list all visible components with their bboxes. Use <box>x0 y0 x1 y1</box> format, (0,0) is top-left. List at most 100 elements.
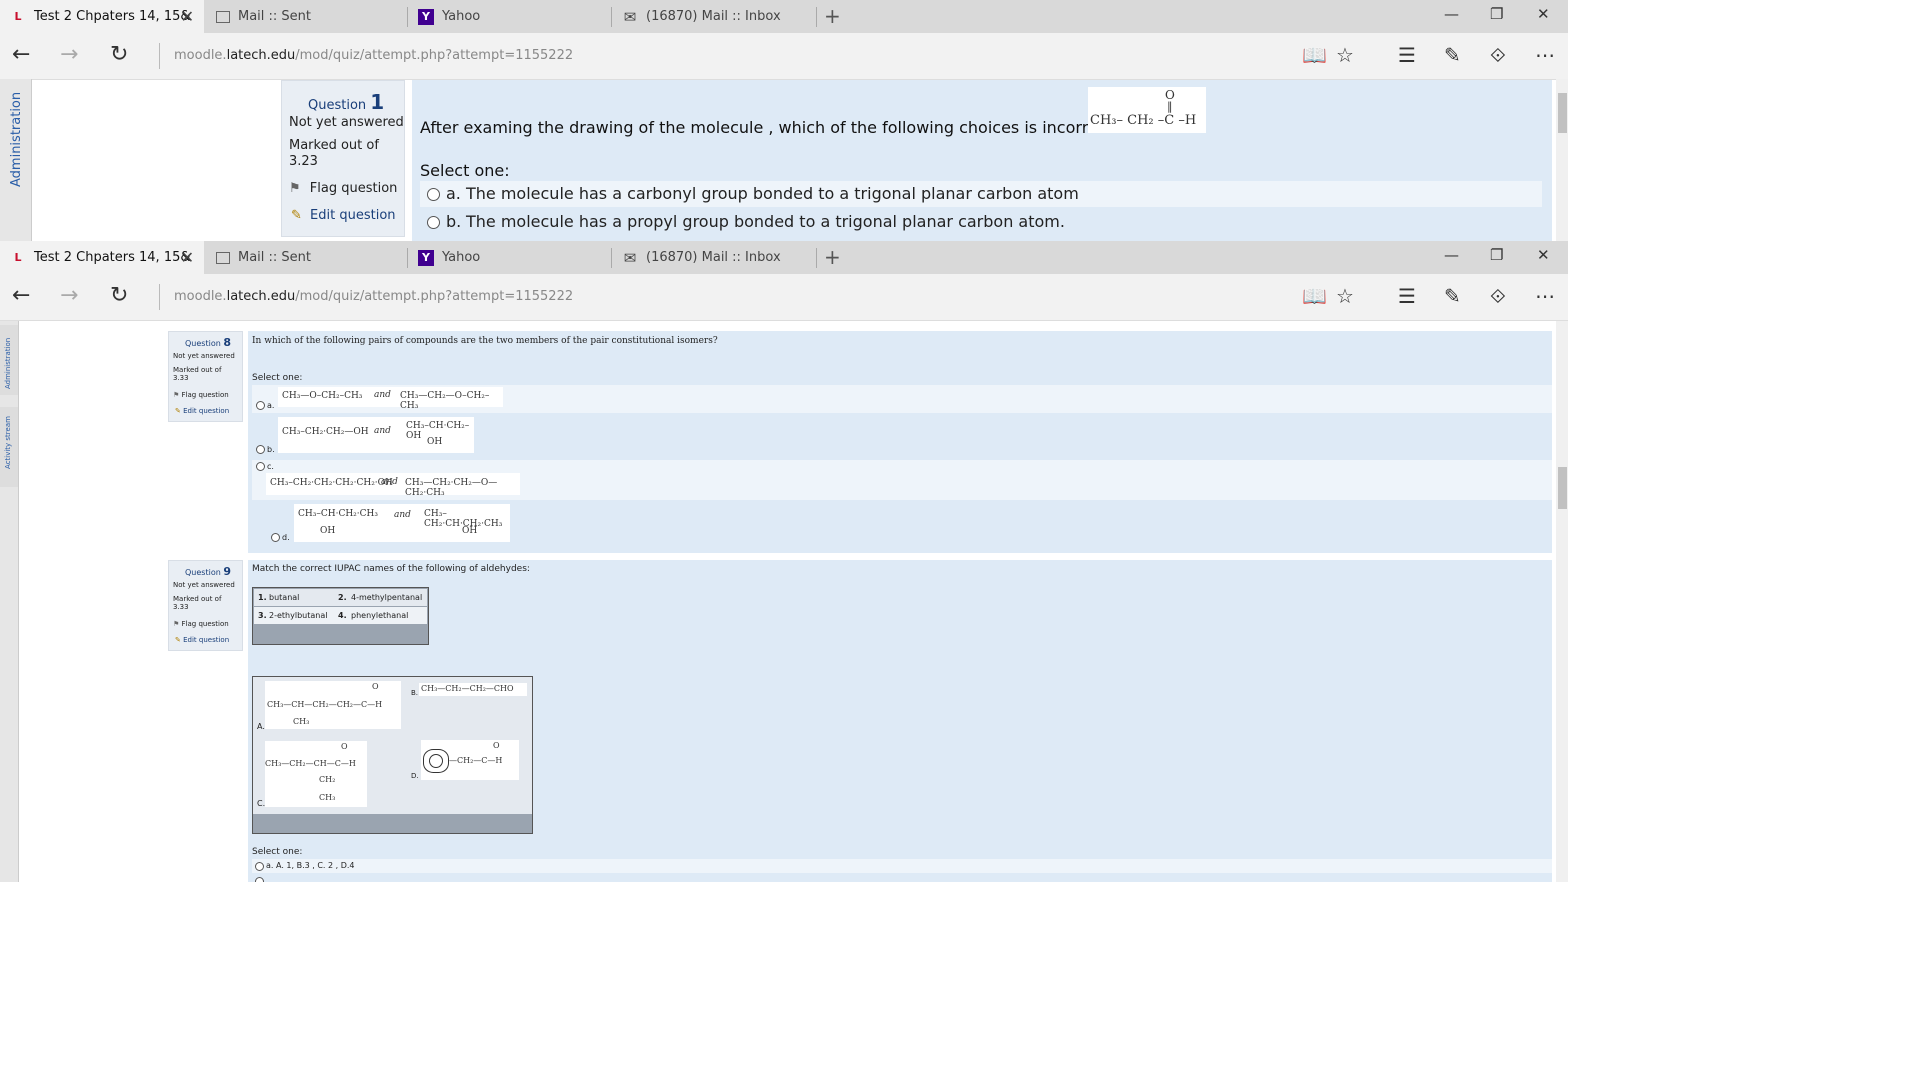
q8-option-a[interactable]: a. CH₃—O–CH₂–CH₃ and CH₃—CH₂—O–CH₂–CH₃ <box>252 385 1552 413</box>
close-window-icon[interactable]: ✕ <box>1537 246 1550 264</box>
radio-b[interactable] <box>256 445 265 454</box>
web-note-icon[interactable]: ✎ <box>1444 43 1461 67</box>
radio-b[interactable] <box>255 877 264 882</box>
tab-mail-inbox[interactable]: ✉ (16870) Mail :: Inbox <box>612 0 816 33</box>
tab-mail-sent[interactable]: Mail :: Sent <box>206 0 406 33</box>
hub-icon[interactable]: ☰ <box>1398 284 1416 308</box>
question-info: Question 1 Not yet answered Marked out o… <box>281 80 405 237</box>
favorite-star-icon[interactable]: ☆ <box>1336 284 1354 308</box>
q8-num: 8 <box>223 336 231 349</box>
minimize-icon[interactable]: — <box>1444 5 1459 23</box>
q9-select-one: Select one: <box>252 847 303 857</box>
tab-quiz[interactable]: L Test 2 Chpaters 14, 15& ✕ <box>0 0 204 33</box>
sidebar-tab-activity-stream[interactable]: Activity stream <box>0 407 18 487</box>
q8-a-structure: CH₃—O–CH₂–CH₃ and CH₃—CH₂—O–CH₂–CH₃ <box>278 387 503 411</box>
tab-title: (16870) Mail :: Inbox <box>646 9 781 24</box>
admin-sidebar: Administration <box>0 79 32 241</box>
q8-option-d[interactable]: d. CH₃–CH·CH₂·CH₃ OH and CH₃–CH₂·CH·CH₂·… <box>252 502 1552 544</box>
name-2: 4-methylpentanal <box>351 593 423 602</box>
refresh-icon[interactable]: ↻ <box>110 42 128 67</box>
scrollbar-thumb[interactable] <box>1558 467 1567 509</box>
web-note-icon[interactable]: ✎ <box>1444 284 1461 308</box>
forward-icon[interactable]: → <box>60 283 78 308</box>
option-a[interactable]: a. The molecule has a carbonyl group bon… <box>420 181 1542 207</box>
question-marks: Marked out of 3.23 <box>289 138 379 169</box>
sidebar-tab-administration[interactable]: Administration <box>0 325 18 395</box>
scrollbar-thumb[interactable] <box>1558 93 1567 133</box>
flag-question[interactable]: ⚑ Flag question <box>289 181 397 196</box>
radio-a[interactable] <box>255 862 264 871</box>
q8-marks: Marked out of 3.33 <box>173 366 222 382</box>
more-icon[interactable]: ⋯ <box>1535 43 1555 67</box>
refresh-icon[interactable]: ↻ <box>110 283 128 308</box>
radio-a[interactable] <box>256 401 265 410</box>
reading-view-icon[interactable]: 📖 <box>1302 43 1327 67</box>
name-4-num: 4. <box>338 611 347 620</box>
forward-icon[interactable]: → <box>60 42 78 67</box>
browser-window-bottom: L Test 2 Chpaters 14, 15& ✕ Mail :: Sent… <box>0 241 1568 882</box>
q9-option-b-partial[interactable] <box>252 876 1552 882</box>
back-icon[interactable]: ← <box>12 42 30 67</box>
hub-icon[interactable]: ☰ <box>1398 43 1416 67</box>
q9-flag[interactable]: ⚑ Flag question <box>173 620 229 628</box>
restore-icon[interactable]: ❐ <box>1490 5 1503 23</box>
q8-content: In which of the following pairs of compo… <box>248 331 1552 553</box>
q8-d-right-sub: OH <box>462 526 478 536</box>
structure-c: O CH₃—CH₂—CH—C—H CH₂ CH₃ <box>265 741 367 807</box>
q9-edit[interactable]: ✎ Edit question <box>175 636 229 644</box>
radio-d[interactable] <box>271 533 280 542</box>
more-icon[interactable]: ⋯ <box>1535 284 1555 308</box>
tab-quiz[interactable]: L Test 2 Chpaters 14, 15& ✕ <box>0 241 204 274</box>
address-bar[interactable]: moodle.latech.edu/mod/quiz/attempt.php?a… <box>174 48 573 63</box>
q8-label: Question <box>185 339 221 348</box>
name-3-num: 3. <box>258 611 267 620</box>
restore-icon[interactable]: ❐ <box>1490 246 1503 264</box>
q9-marks: Marked out of 3.33 <box>173 595 222 611</box>
question-content: After examing the drawing of the molecul… <box>412 80 1552 241</box>
share-icon[interactable]: ⟐ <box>1490 284 1506 308</box>
close-window-icon[interactable]: ✕ <box>1537 5 1550 23</box>
tab-yahoo[interactable]: Y Yahoo <box>408 241 610 274</box>
struct-c-o: O <box>341 742 348 751</box>
edit-icon: ✎ <box>175 407 181 415</box>
q8-d-structure: CH₃–CH·CH₂·CH₃ OH and CH₃–CH₂·CH·CH₂·CH₃… <box>294 504 510 542</box>
name-3: 2-ethylbutanal <box>269 611 328 620</box>
scrollbar-top[interactable] <box>1556 79 1568 241</box>
new-tab-icon[interactable]: + <box>824 245 841 269</box>
mail-icon: ✉ <box>623 248 637 267</box>
scrollbar-bottom[interactable] <box>1556 321 1568 882</box>
q8-option-c[interactable]: c. CH₃–CH₂·CH₂·CH₂·CH₂·OH and CH₃—CH₂·CH… <box>252 460 1552 500</box>
tab-yahoo[interactable]: Y Yahoo <box>408 0 610 33</box>
struct-a-main: CH₃—CH—CH₂—CH₂—C—H <box>267 700 383 709</box>
reading-view-icon[interactable]: 📖 <box>1302 284 1327 308</box>
q8-b-left: CH₃–CH₂·CH₂—OH <box>282 427 369 437</box>
tab-mail-inbox[interactable]: ✉ (16870) Mail :: Inbox <box>612 241 816 274</box>
minimize-icon[interactable]: — <box>1444 246 1459 264</box>
radio-a[interactable] <box>427 188 440 201</box>
radio-c[interactable] <box>256 462 265 471</box>
option-b[interactable]: b. The molecule has a propyl group bonde… <box>420 209 1542 235</box>
address-bar[interactable]: moodle.latech.edu/mod/quiz/attempt.php?a… <box>174 289 573 304</box>
tab-title: Mail :: Sent <box>238 250 312 265</box>
q8-c-and: and <box>381 477 398 487</box>
close-tab-icon[interactable]: ✕ <box>181 7 194 26</box>
administration-tab[interactable]: Administration <box>9 92 24 187</box>
favorite-star-icon[interactable]: ☆ <box>1336 43 1354 67</box>
struct-c-main: CH₃—CH₂—CH—C—H <box>265 759 356 768</box>
yahoo-icon: Y <box>418 249 434 266</box>
q9-status: Not yet answered <box>173 581 235 589</box>
share-icon[interactable]: ⟐ <box>1490 43 1506 67</box>
back-icon[interactable]: ← <box>12 283 30 308</box>
edit-icon: ✎ <box>291 208 302 223</box>
tab-mail-sent[interactable]: Mail :: Sent <box>206 241 406 274</box>
q8-option-b[interactable]: b. CH₃–CH₂·CH₂—OH and CH₃–CH·CH₂–OH OH <box>252 417 1552 457</box>
q8-flag[interactable]: ⚑ Flag question <box>173 391 229 399</box>
new-tab-icon[interactable]: + <box>824 4 841 28</box>
q8-edit[interactable]: ✎ Edit question <box>175 407 229 415</box>
tab-title: Test 2 Chpaters 14, 15& <box>34 250 191 265</box>
edit-question[interactable]: ✎ Edit question <box>291 208 396 223</box>
close-tab-icon[interactable]: ✕ <box>181 248 194 267</box>
q9-option-a[interactable]: a. A. 1, B.3 , C. 2 , D.4 <box>252 859 1552 873</box>
radio-b[interactable] <box>427 216 440 229</box>
q8-c-right: CH₃—CH₂·CH₂—O—CH₂·CH₃ <box>405 478 498 498</box>
